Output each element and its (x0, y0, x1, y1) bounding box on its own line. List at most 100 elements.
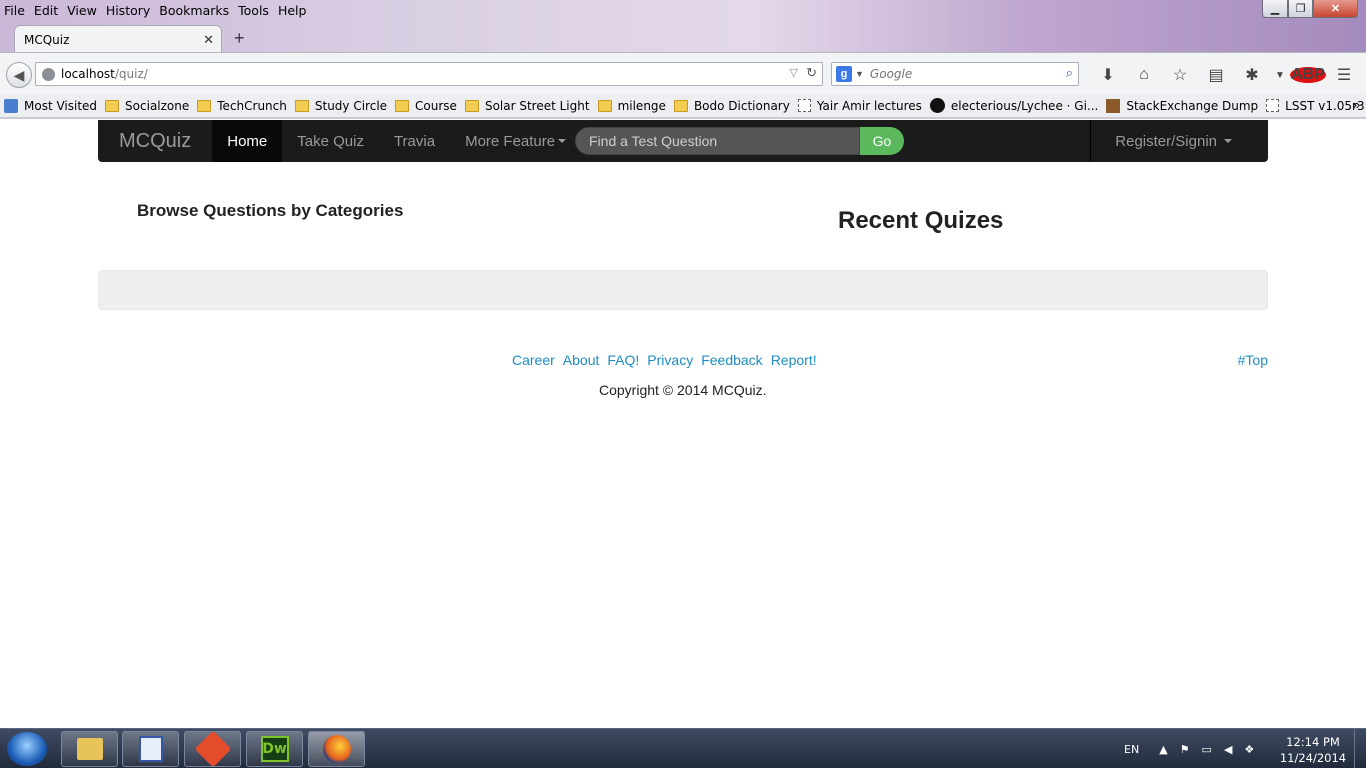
show-desktop-button[interactable] (1354, 729, 1366, 768)
network-icon[interactable]: ▭ (1202, 743, 1212, 756)
url-host: localhost (61, 67, 115, 81)
footer-link-about[interactable]: About (563, 352, 600, 368)
site-brand[interactable]: MCQuiz (98, 130, 212, 153)
bookmark-label: Solar Street Light (484, 98, 590, 113)
bookmark-label: Bodo Dictionary (693, 98, 790, 113)
dropbox-icon[interactable]: ❖ (1244, 743, 1254, 756)
most-visited-icon (4, 98, 18, 113)
nav-more-feature-dropdown[interactable]: More Feature (450, 120, 581, 162)
nav-label: More Feature (465, 132, 556, 150)
folder-icon (197, 99, 212, 112)
browser-search-input[interactable] (869, 67, 1050, 81)
back-to-top-link[interactable]: #Top (1238, 352, 1268, 368)
url-bar[interactable]: localhost/quiz/ ▽ ↻ (35, 62, 823, 86)
go-button[interactable]: Go (860, 127, 904, 155)
language-indicator[interactable]: EN (1124, 743, 1139, 756)
bookmark-folder-bodo-dictionary[interactable]: Bodo Dictionary (673, 98, 790, 113)
minimize-button[interactable]: ▁ (1262, 0, 1288, 18)
git-icon (194, 730, 231, 768)
nav-label: Take Quiz (297, 132, 364, 150)
dreamweaver-icon: Dw (260, 736, 289, 762)
caret-down-icon (1224, 139, 1232, 143)
site-identity-icon[interactable] (42, 67, 55, 81)
browse-categories-heading: Browse Questions by Categories (137, 201, 404, 220)
new-tab-button[interactable]: + (234, 28, 245, 49)
bookmark-folder-techcrunch[interactable]: TechCrunch (197, 99, 287, 113)
volume-icon[interactable]: ◀ (1224, 743, 1232, 756)
bookmark-folder-course[interactable]: Course (395, 99, 457, 113)
footer-link-career[interactable]: Career (512, 352, 555, 368)
footer-link-feedback[interactable]: Feedback (701, 352, 762, 368)
magnifier-icon[interactable]: ⌕ (1066, 65, 1073, 81)
stackexchange-icon (1106, 98, 1121, 113)
taskbar-notes-app[interactable] (122, 731, 179, 767)
question-search-input[interactable] (589, 133, 849, 149)
bookmark-label: Most Visited (24, 98, 98, 113)
url-history-dropdown-icon[interactable]: ▽ (790, 66, 798, 79)
extension-icon[interactable]: ✱ (1234, 65, 1270, 85)
download-icon[interactable]: ⬇ (1090, 65, 1126, 85)
folder-icon (464, 99, 479, 112)
google-engine-icon[interactable]: g (836, 66, 852, 82)
hamburger-menu-icon[interactable]: ☰ (1326, 65, 1362, 85)
windows-taskbar: Dw EN ▲ ⚑ ▭ ◀ ❖ 12:14 PM 11/24/2014 (0, 728, 1366, 768)
nav-travia[interactable]: Travia (379, 120, 450, 162)
menu-bookmarks[interactable]: Bookmarks (159, 3, 229, 18)
taskbar-dreamweaver[interactable]: Dw (246, 731, 303, 767)
maximize-button[interactable]: ❐ (1288, 0, 1313, 18)
bookmarks-overflow-icon[interactable]: » (1353, 97, 1360, 112)
show-hidden-icons-icon[interactable]: ▲ (1159, 743, 1167, 756)
bookmark-folder-milenge[interactable]: milenge (597, 98, 666, 113)
nav-home[interactable]: Home (212, 120, 283, 162)
action-center-flag-icon[interactable]: ⚑ (1180, 743, 1190, 756)
github-icon (929, 98, 945, 113)
folder-icon (395, 99, 410, 112)
reload-icon[interactable]: ↻ (806, 65, 817, 81)
bookmark-folder-socialzone[interactable]: Socialzone (105, 99, 189, 113)
taskbar-firefox[interactable] (308, 731, 365, 767)
tab-mcquiz[interactable]: MCQuiz ✕ (14, 25, 222, 53)
start-button[interactable] (7, 732, 47, 766)
taskbar-clock[interactable]: 12:14 PM 11/24/2014 (1278, 734, 1348, 766)
tab-title: MCQuiz (24, 32, 70, 47)
menu-file[interactable]: File (4, 3, 25, 18)
bookmark-stackexchange-dump[interactable]: StackExchange Dump (1106, 98, 1259, 113)
nav-take-quiz[interactable]: Take Quiz (282, 120, 379, 162)
home-icon[interactable]: ⌂ (1126, 66, 1162, 84)
page-icon (797, 99, 811, 112)
close-window-button[interactable]: ✕ (1313, 0, 1358, 18)
page-icon (1266, 99, 1280, 112)
tab-close-icon[interactable]: ✕ (203, 32, 214, 48)
register-signin-dropdown[interactable]: Register/Signin (1090, 120, 1268, 162)
footer-link-report[interactable]: Report! (771, 352, 817, 368)
bookmark-yair-amir[interactable]: Yair Amir lectures (797, 99, 922, 113)
menu-view[interactable]: View (67, 3, 97, 18)
menu-help[interactable]: Help (278, 3, 307, 18)
taskbar-explorer[interactable] (61, 731, 118, 767)
library-icon[interactable]: ▤ (1198, 65, 1234, 85)
footer-link-faq[interactable]: FAQ! (607, 352, 639, 368)
adblock-icon[interactable]: ABP (1290, 66, 1326, 84)
taskbar-git[interactable] (184, 730, 241, 768)
bookmark-lsst[interactable]: LSST v1.05r3 > Chapte... (1266, 99, 1366, 113)
bookmark-most-visited[interactable]: Most Visited (4, 98, 98, 113)
nav-label: Travia (393, 132, 436, 150)
bookmark-label: StackExchange Dump (1126, 98, 1259, 113)
bookmark-folder-study-circle[interactable]: Study Circle (294, 99, 387, 113)
menu-edit[interactable]: Edit (34, 3, 58, 18)
bookmark-label: milenge (617, 98, 666, 113)
menu-tools[interactable]: Tools (238, 3, 269, 18)
bookmark-label: Course (415, 98, 457, 113)
bookmark-star-icon[interactable]: ☆ (1162, 65, 1198, 85)
browser-search-bar[interactable]: g ▼ ⌕ (831, 62, 1079, 86)
register-label: Register/Signin (1115, 132, 1217, 150)
bookmark-folder-solar-street-light[interactable]: Solar Street Light (464, 98, 590, 113)
engine-dropdown-icon[interactable]: ▼ (855, 69, 864, 79)
footer-link-privacy[interactable]: Privacy (647, 352, 693, 368)
back-arrow-icon[interactable]: ◀ (6, 62, 32, 88)
bookmark-lychee[interactable]: electerious/Lychee · Gi... (929, 98, 1098, 113)
folder-icon (673, 99, 688, 112)
menu-history[interactable]: History (106, 3, 150, 18)
extension-dropdown-icon[interactable]: ▼ (1270, 70, 1290, 81)
nav-label: Home (227, 132, 268, 150)
